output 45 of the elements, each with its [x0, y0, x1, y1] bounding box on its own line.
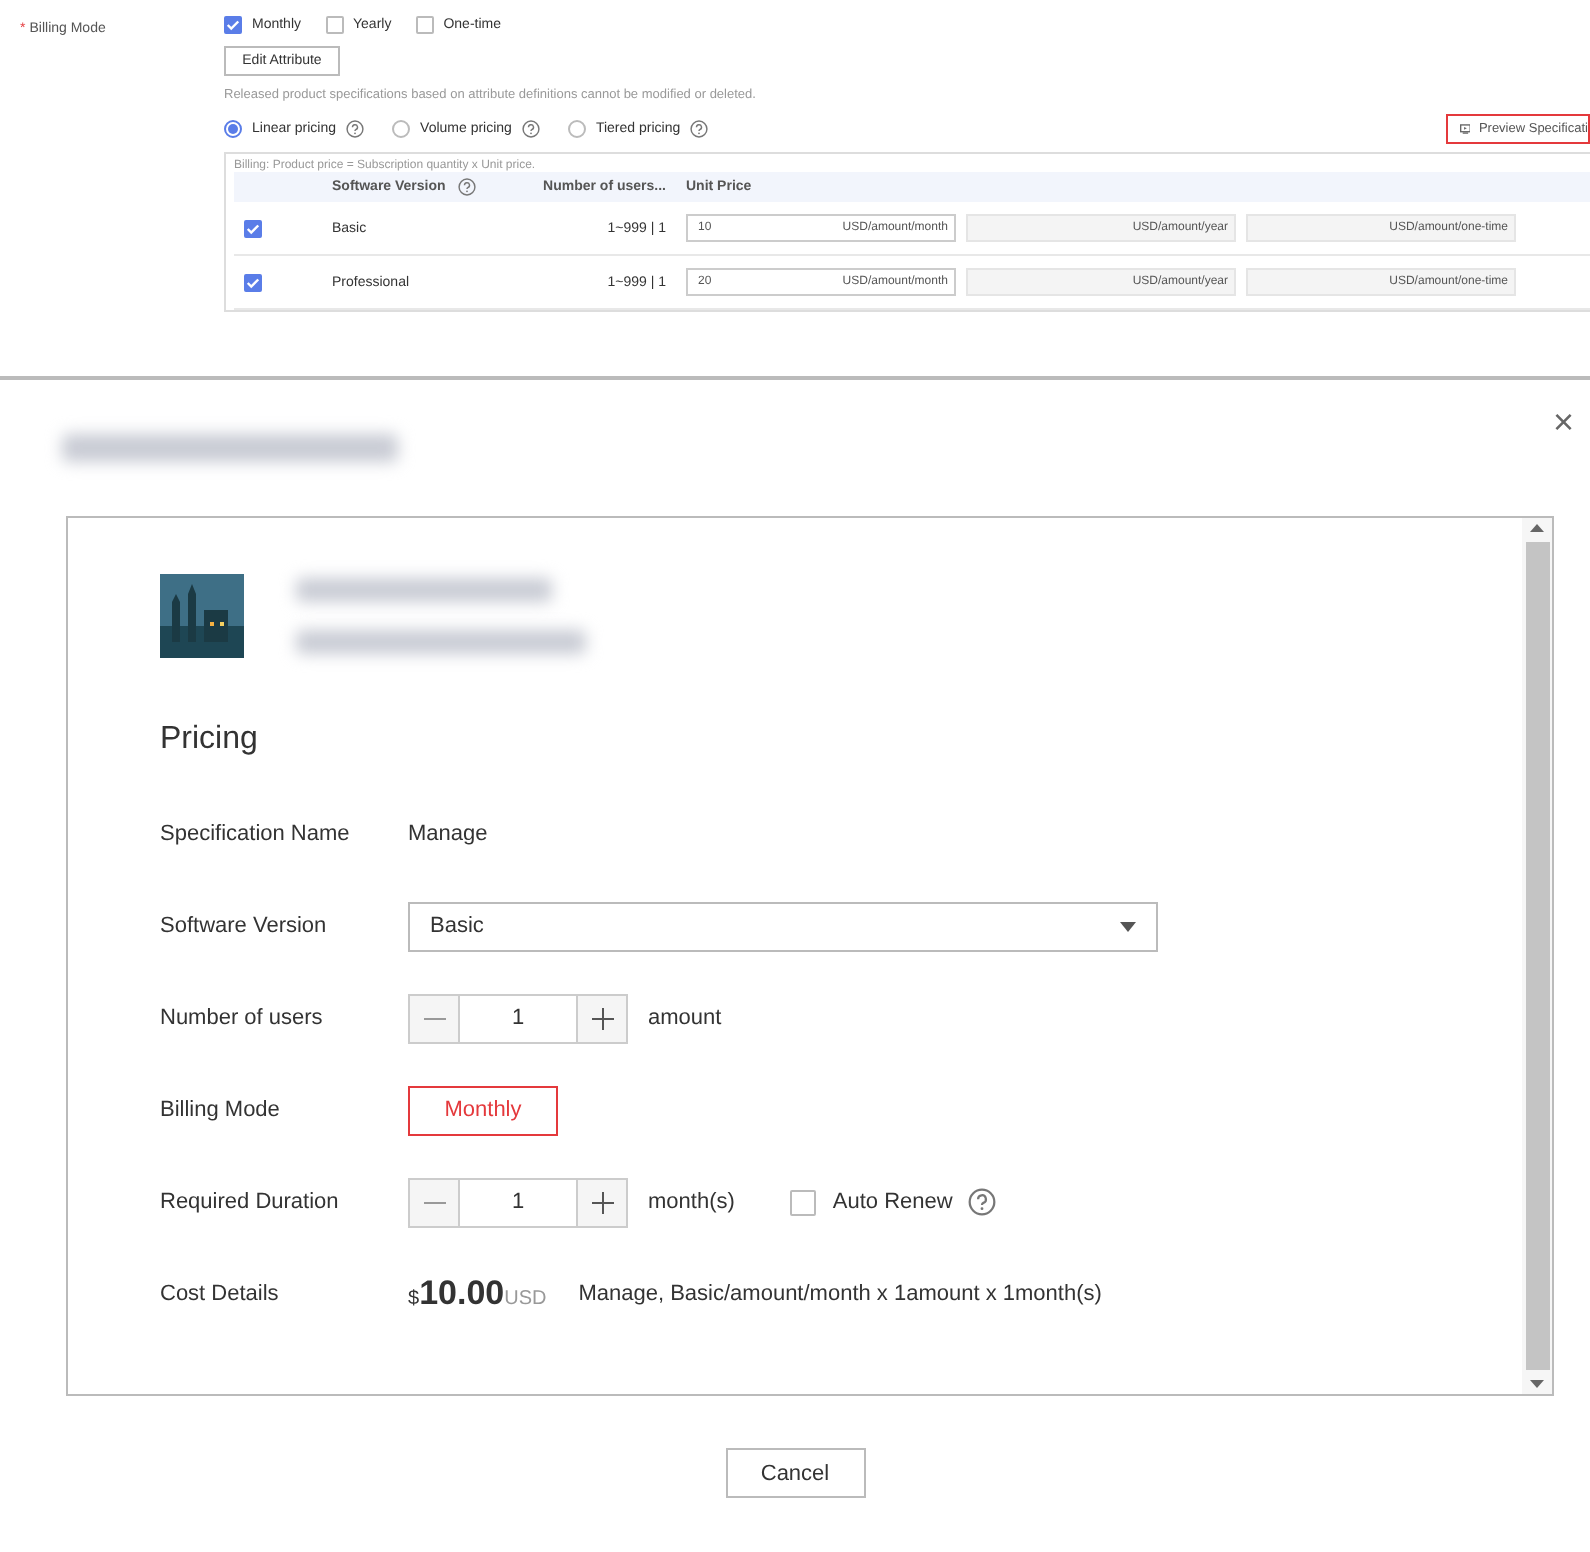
billing-checkbox[interactable]: [325, 16, 344, 34]
scroll-down-icon[interactable]: [1530, 1380, 1544, 1388]
monitor-icon: [1460, 122, 1471, 136]
cost-breakdown: Manage, Basic/amount/month x 1amount x 1month(s): [578, 1282, 1102, 1306]
unit-label: month(s): [648, 1190, 735, 1214]
pricing-radio[interactable]: [224, 120, 242, 138]
number-stepper[interactable]: 1: [408, 993, 628, 1043]
cancel-button[interactable]: Cancel: [725, 1448, 865, 1498]
row-checkbox[interactable]: [244, 219, 262, 237]
version-select[interactable]: Basic: [408, 901, 1158, 951]
pricing-radio[interactable]: [392, 120, 411, 138]
unit-label: amount: [648, 1006, 722, 1030]
minus-icon: [423, 1017, 445, 1019]
help-icon[interactable]: [346, 120, 365, 138]
plus-icon: [591, 1191, 613, 1213]
field-label: Software Version: [160, 914, 329, 938]
billing-mode-option[interactable]: Monthly: [408, 1085, 558, 1135]
help-icon[interactable]: [968, 1188, 997, 1216]
help-icon[interactable]: [521, 120, 540, 138]
field-value: Manage: [408, 822, 488, 846]
field-label: Number of users: [160, 1006, 325, 1030]
help-icon[interactable]: [690, 120, 709, 138]
plus-button[interactable]: [578, 995, 626, 1041]
field-label: Billing Mode: [160, 1098, 282, 1122]
scroll-up-icon[interactable]: [1530, 524, 1544, 532]
minus-icon: [423, 1201, 445, 1203]
auto-renew-label: Auto Renew: [832, 1190, 953, 1214]
auto-renew-checkbox[interactable]: [790, 1189, 817, 1215]
row-checkbox[interactable]: [244, 273, 262, 291]
plus-button[interactable]: [578, 1179, 626, 1225]
field-label: Required Duration: [160, 1190, 341, 1214]
pricing-radio[interactable]: [567, 120, 586, 138]
plus-icon: [591, 1007, 613, 1029]
field-label: Cost Details: [160, 1282, 281, 1306]
product-thumbnail: [160, 574, 244, 658]
number-stepper[interactable]: 1: [408, 1177, 628, 1227]
section-title: Pricing: [160, 722, 260, 758]
total-price: $10.00USD: [408, 1274, 547, 1314]
close-button[interactable]: ×: [1552, 404, 1574, 440]
help-icon[interactable]: [457, 178, 476, 196]
field-label: Specification Name: [160, 822, 352, 846]
billing-checkbox[interactable]: [415, 16, 434, 34]
billing-checkbox[interactable]: [224, 16, 242, 34]
caret-icon: [1120, 921, 1136, 931]
scrollbar[interactable]: [1522, 518, 1552, 1394]
